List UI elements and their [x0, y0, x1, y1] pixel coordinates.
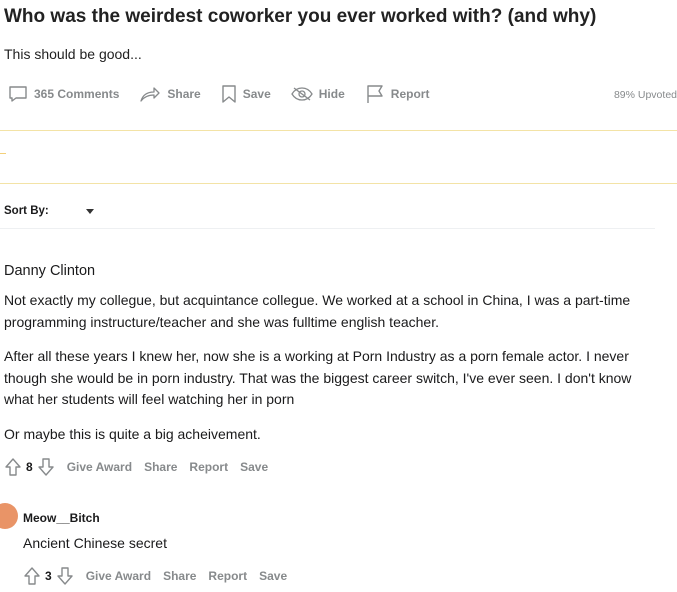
give-award-button[interactable]: Give Award	[86, 569, 151, 583]
reply-author[interactable]: Meow__Bitch	[23, 511, 100, 525]
comments-button[interactable]: 365 Comments	[8, 85, 119, 103]
flag-icon	[367, 85, 383, 103]
report-button[interactable]: Report	[365, 84, 430, 104]
bookmark-icon	[222, 85, 236, 103]
divider	[0, 130, 677, 131]
comment-paragraph: Not exactly my collegue, but acquintance…	[4, 292, 631, 330]
save-button[interactable]: Save	[240, 460, 268, 474]
save-button[interactable]: Save	[221, 84, 271, 104]
hide-label: Hide	[318, 87, 345, 101]
divider	[0, 183, 677, 184]
sort-by-label: Sort By:	[4, 205, 49, 217]
upvote-arrow-icon[interactable]	[23, 566, 41, 586]
share-button[interactable]: Share	[144, 460, 177, 474]
avatar[interactable]	[0, 503, 18, 529]
report-label: Report	[390, 87, 430, 101]
save-button[interactable]: Save	[259, 569, 287, 583]
share-button[interactable]: Share	[139, 85, 201, 103]
post-action-bar: 365 Comments Share Save Hide Report	[8, 84, 449, 104]
comment-icon	[9, 86, 27, 102]
save-label: Save	[242, 87, 271, 101]
post-title: Who was the weirdest coworker you ever w…	[4, 6, 597, 27]
comment-author[interactable]: Danny Clinton	[4, 263, 95, 279]
share-icon	[140, 87, 161, 102]
give-award-button[interactable]: Give Award	[67, 460, 132, 474]
post-body: This should be good...	[4, 46, 142, 62]
comments-label: 365 Comments	[34, 87, 120, 101]
downvote-arrow-icon[interactable]	[37, 457, 55, 477]
reply-text: Ancient Chinese secret	[23, 535, 167, 551]
divider-tick	[0, 153, 6, 154]
sort-divider	[0, 228, 655, 229]
report-button[interactable]: Report	[208, 569, 247, 583]
upvote-percentage: 89% Upvoted	[613, 89, 677, 101]
upvote-arrow-icon[interactable]	[4, 457, 22, 477]
hide-button[interactable]: Hide	[291, 86, 345, 102]
report-button[interactable]: Report	[189, 460, 228, 474]
reply-action-bar: 3 Give Award Share Report Save	[23, 566, 287, 586]
comment-action-bar: 8 Give Award Share Report Save	[4, 457, 268, 477]
downvote-arrow-icon[interactable]	[56, 566, 74, 586]
comment-paragraph: After all these years I knew her, now sh…	[4, 348, 632, 407]
vote-count: 3	[45, 569, 52, 583]
share-button[interactable]: Share	[163, 569, 196, 583]
comment-paragraph: Or maybe this is quite a big acheivement…	[4, 426, 261, 442]
vote-count: 8	[26, 460, 33, 474]
share-label: Share	[167, 87, 201, 101]
sort-dropdown-caret-icon[interactable]	[86, 209, 94, 214]
hide-eye-icon	[291, 87, 313, 101]
